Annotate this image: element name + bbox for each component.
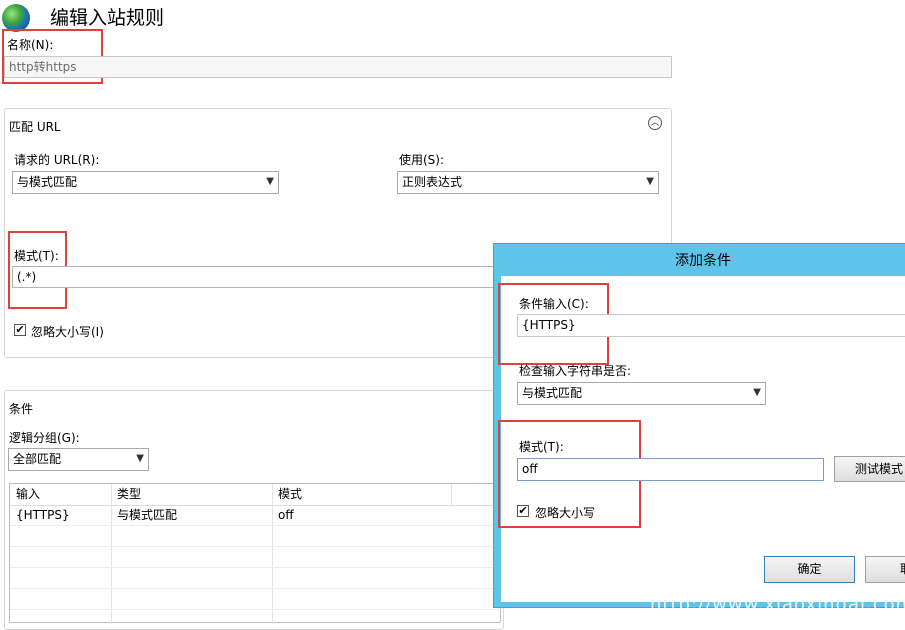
column-header-input[interactable]: 输入: [10, 484, 111, 504]
requested-url-label: 请求的 URL(R):: [14, 153, 100, 167]
dialog-pattern-input[interactable]: off: [517, 458, 824, 481]
check-value: 与模式匹配: [522, 386, 583, 400]
dialog-pattern-label: 模式(T):: [519, 440, 564, 454]
column-header-pattern[interactable]: 模式: [272, 484, 451, 504]
conditions-title: 条件: [9, 402, 34, 416]
conditions-grid: 输入 类型 模式 {HTTPS} 与模式匹配 off: [9, 483, 502, 624]
chevron-down-icon: ▼: [136, 453, 144, 464]
requested-url-select[interactable]: 与模式匹配 ▼: [12, 171, 279, 194]
dialog-ignore-case-label: 忽略大小写: [535, 506, 596, 520]
match-url-title: 匹配 URL: [9, 120, 61, 134]
cancel-button[interactable]: 取: [865, 556, 905, 583]
using-value: 正则表达式: [402, 175, 463, 189]
dialog-ignore-case-checkbox[interactable]: ✔: [517, 505, 529, 517]
add-condition-dialog: 添加条件 条件输入(C): {HTTPS} 检查输入字符串是否: 与模式匹配 ▼…: [493, 243, 905, 608]
check-label: 检查输入字符串是否:: [519, 364, 632, 378]
row-type: 与模式匹配: [117, 508, 178, 522]
collapse-icon[interactable]: ︿: [648, 116, 662, 130]
pattern-input[interactable]: (.*): [12, 266, 502, 288]
using-label: 使用(S):: [399, 153, 445, 167]
column-header-type[interactable]: 类型: [111, 484, 272, 504]
condition-input-label: 条件输入(C):: [519, 297, 589, 311]
name-input[interactable]: http转https: [4, 56, 672, 78]
dialog-body: 条件输入(C): {HTTPS} 检查输入字符串是否: 与模式匹配 ▼ 模式(T…: [498, 276, 905, 602]
logical-group-label: 逻辑分组(G):: [9, 431, 80, 445]
using-select[interactable]: 正则表达式 ▼: [397, 171, 659, 194]
condition-input-field[interactable]: {HTTPS}: [517, 314, 905, 337]
dialog-title: 添加条件: [675, 253, 731, 269]
globe-icon: [2, 4, 30, 32]
logical-group-value: 全部匹配: [13, 452, 62, 466]
name-label: 名称(N):: [7, 38, 54, 52]
page-title: 编辑入站规则: [50, 7, 165, 29]
ok-button[interactable]: 确定: [764, 556, 855, 583]
watermark: http://www.xiaoxingai.com: [650, 594, 905, 615]
row-pattern: off: [278, 508, 294, 522]
chevron-down-icon: ▼: [646, 176, 654, 187]
test-pattern-button[interactable]: 测试模式: [834, 456, 905, 482]
check-select[interactable]: 与模式匹配 ▼: [517, 382, 766, 405]
chevron-down-icon: ▼: [753, 387, 761, 398]
ignore-case-label: 忽略大小写(I): [31, 325, 104, 339]
requested-url-value: 与模式匹配: [17, 175, 78, 189]
pattern-label: 模式(T):: [14, 249, 59, 263]
row-input: {HTTPS}: [16, 508, 70, 522]
chevron-down-icon: ▼: [266, 176, 274, 187]
ignore-case-checkbox[interactable]: ✔: [14, 324, 26, 336]
logical-group-select[interactable]: 全部匹配 ▼: [8, 448, 149, 471]
